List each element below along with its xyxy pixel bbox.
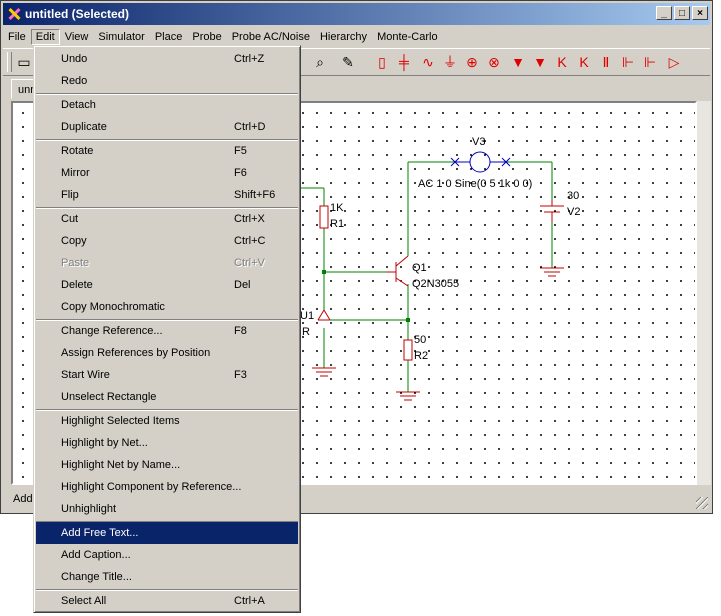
status-text: Add [13,493,33,505]
resistor-icon[interactable]: ▯ [373,53,391,71]
mosfet-icon[interactable]: ⊩ [619,53,637,71]
transistor-icon[interactable]: K [575,53,593,71]
menu-item-add-caption[interactable]: Add Caption... [36,544,298,566]
menu-item-highlight-net-by-name[interactable]: Highlight Net by Name... [36,454,298,476]
opamp-icon[interactable]: ▷ [665,53,683,71]
menu-item-highlight-by-net[interactable]: Highlight by Net... [36,432,298,454]
menu-item-highlight-selected[interactable]: Highlight Selected Items [36,410,298,432]
v3-value-label: AC 1 0 Sine(0 5 1k 0 0) [418,178,533,190]
menu-item-redo[interactable]: Redo [36,70,298,92]
inductor-icon[interactable]: ∿ [419,53,437,71]
maximize-button[interactable]: □ [674,6,690,20]
menu-monte-carlo[interactable]: Monte-Carlo [372,29,443,45]
menu-item-copy[interactable]: Copy Ctrl+C [36,230,298,252]
ground-icon[interactable]: ⏚ [441,53,459,71]
r1-name-label: R1 [330,218,345,230]
voltage-source-icon[interactable]: ⊕ [463,53,481,71]
r2-value-label: 50 [414,334,427,346]
menu-item-change-title[interactable]: Change Title... [36,566,298,588]
menu-hierarchy[interactable]: Hierarchy [315,29,372,45]
edit-menu-dropdown: Undo Ctrl+Z Redo Detach Duplicate Ctrl+D… [33,45,301,613]
app-icon[interactable] [7,7,21,21]
menu-item-detach[interactable]: Detach [36,94,298,116]
window-title: untitled (Selected) [25,7,130,21]
capacitor-icon[interactable]: ╪ [395,53,413,71]
zoom-icon[interactable]: ⌕ [311,53,329,71]
pencil-icon[interactable]: ✎ [339,53,357,71]
menu-item-cut[interactable]: Cut Ctrl+X [36,208,298,230]
size-grip-icon[interactable] [696,497,708,509]
r2-name-label: R2 [414,350,429,362]
menu-item-paste: Paste Ctrl+V [61,257,265,269]
menu-item-change-reference[interactable]: Change Reference... F8 [36,320,298,342]
transistor-icon[interactable]: K [553,53,571,71]
open-icon[interactable]: ▭ [15,53,33,71]
menu-bar: File Edit View Simulator Place Probe Pro… [3,27,710,47]
menu-item-start-wire[interactable]: Start Wire F3 [36,364,298,386]
vertical-scrollbar[interactable] [697,101,711,485]
menu-simulator[interactable]: Simulator [93,29,149,45]
zener-icon[interactable]: ▼ [531,53,549,71]
v3-name-label: V3 [472,136,486,148]
menu-item-select-all[interactable]: Select All Ctrl+A [36,590,298,612]
title-bar[interactable]: untitled (Selected) _ □ × [3,3,710,25]
v2-name-label: V2 [567,206,581,218]
menu-item-assign-references[interactable]: Assign References by Position [36,342,298,364]
u1-partial-label: R [302,326,310,338]
menu-place[interactable]: Place [150,29,188,45]
menu-item-add-free-text[interactable]: Add Free Text... [36,522,298,544]
close-button[interactable]: × [692,6,708,20]
r1-value-label: 1K [330,202,344,214]
menu-item-unselect-rectangle[interactable]: Unselect Rectangle [36,386,298,408]
diode-icon[interactable]: ▼ [509,53,527,71]
menu-item-rotate[interactable]: Rotate F5 [36,140,298,162]
minimize-button[interactable]: _ [656,6,672,20]
menu-file[interactable]: File [3,29,31,45]
menu-view[interactable]: View [60,29,94,45]
toolbar-grip[interactable] [7,52,12,72]
current-source-icon[interactable]: ⊗ [485,53,503,71]
menu-item-undo[interactable]: Undo Ctrl+Z [36,48,298,70]
u1-name-label: U1 [300,310,315,322]
jfet-icon[interactable]: Ⅱ [597,53,615,71]
mosfet-icon[interactable]: ⊩ [641,53,659,71]
menu-item-copy-monochromatic[interactable]: Copy Monochromatic [36,296,298,318]
v2-value-label: 30 [567,190,580,202]
menu-item-highlight-component[interactable]: Highlight Component by Reference... [36,476,298,498]
menu-probe-ac-noise[interactable]: Probe AC/Noise [227,29,315,45]
menu-item-delete[interactable]: Delete Del [36,274,298,296]
menu-item-flip[interactable]: Flip Shift+F6 [36,184,298,206]
menu-probe[interactable]: Probe [187,29,226,45]
q1-model-label: Q2N3055 [412,278,460,290]
menu-edit[interactable]: Edit [30,29,60,45]
menu-item-unhighlight[interactable]: Unhighlight [36,498,298,520]
menu-item-duplicate[interactable]: Duplicate Ctrl+D [36,116,298,138]
q1-name-label: Q1 [412,262,427,274]
menu-item-mirror[interactable]: Mirror F6 [36,162,298,184]
